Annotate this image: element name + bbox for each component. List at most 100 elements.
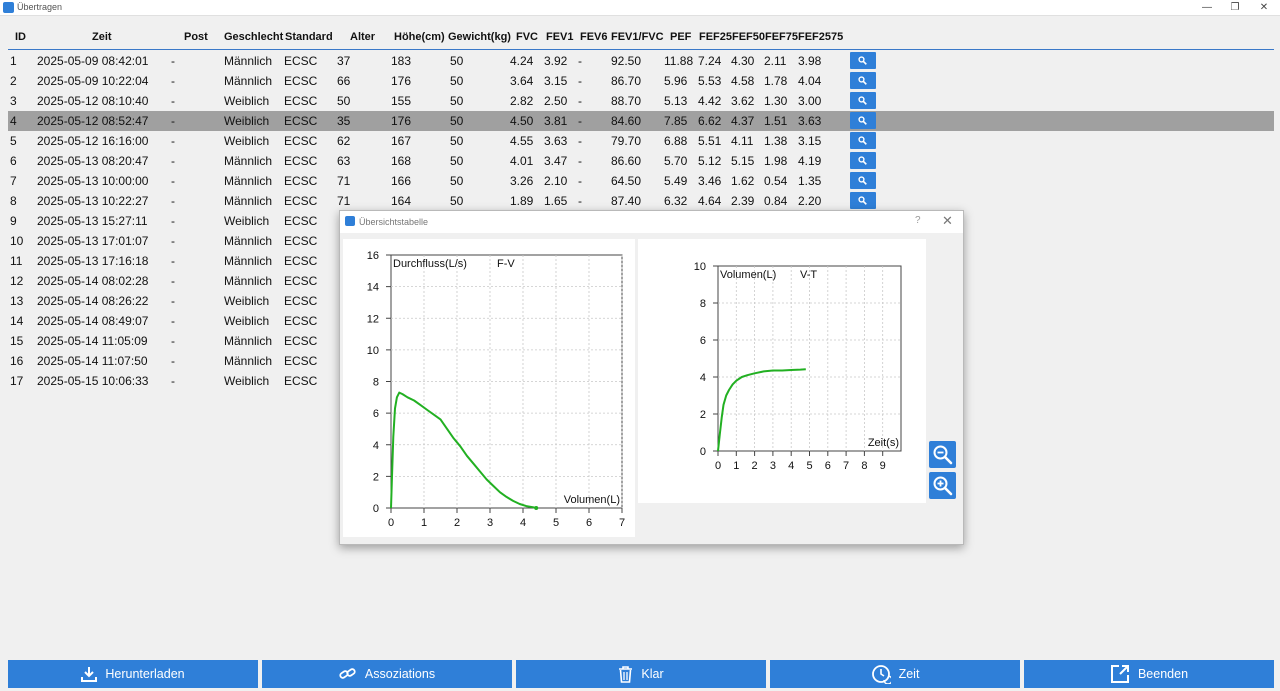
column-header[interactable]: FEF50 [732,31,765,43]
clear-button[interactable]: Klar [516,660,766,688]
table-cell: 62 [337,134,351,148]
table-cell: 3.64 [510,74,534,88]
table-cell: 7 [10,174,17,188]
table-row[interactable]: 5 2025-05-12 16:16:00 - Weiblich ECSC 62 167 50… [8,131,1274,151]
close-window-button[interactable]: ✕ [1250,0,1278,16]
table-cell: Weiblich [224,114,270,128]
exit-icon [1110,665,1129,683]
column-header[interactable]: FVC [516,31,538,43]
dialog-close-button[interactable]: ✕ [942,213,953,229]
table-cell: 4.55 [510,134,534,148]
table-cell: 3.26 [510,174,534,188]
table-cell: 4.64 [698,194,722,208]
x-tick-label: 7 [843,460,849,472]
table-cell: 11.88 [664,54,694,68]
table-cell: 2025-05-13 17:01:07 [37,234,149,248]
table-cell: ECSC [284,174,318,188]
table-cell: 155 [391,94,412,108]
table-cell: 50 [450,154,464,168]
y-tick-label: 6 [373,408,379,420]
table-header: ID Zeit Post Geschlecht Standard Alter Höhe(cm… [8,26,1274,50]
search-icon [858,76,867,85]
table-cell: 168 [391,154,412,168]
minimize-button[interactable]: — [1193,0,1221,16]
y-tick-label: 4 [700,372,706,384]
view-details-button[interactable] [850,172,876,189]
table-cell: - [578,74,582,88]
table-cell: - [578,194,582,208]
table-cell: 3.63 [798,114,822,128]
table-cell: - [171,274,175,288]
table-cell: 35 [337,114,351,128]
table-cell: 86.60 [611,154,642,168]
view-details-button[interactable] [850,72,876,89]
table-row[interactable]: 4 2025-05-12 08:52:47 - Weiblich ECSC 35 176 50… [8,111,1274,131]
table-cell: Weiblich [224,94,270,108]
x-tick-label: 5 [553,517,559,529]
column-header[interactable]: Höhe(cm) [394,31,445,43]
table-cell: 167 [391,134,412,148]
table-row[interactable]: 6 2025-05-13 08:20:47 - Männlich ECSC 63 168 50… [8,151,1274,171]
table-cell: 1.89 [510,194,534,208]
table-cell: 1.98 [764,154,788,168]
column-header[interactable]: FEV1/FVC [611,31,664,43]
column-header[interactable]: Geschlecht [224,31,283,43]
table-cell: 4.04 [798,74,822,88]
column-header[interactable]: Gewicht(kg) [448,31,511,43]
dialog-app-icon [345,216,355,226]
column-header[interactable]: ID [15,31,26,43]
exit-button[interactable]: Beenden [1024,660,1274,688]
dialog-help-button[interactable]: ? [915,215,921,226]
view-details-button[interactable] [850,132,876,149]
table-cell: - [171,214,175,228]
column-header[interactable]: FEF25 [699,31,732,43]
x-tick-label: 2 [752,460,758,472]
series-end-point [534,506,539,510]
table-cell: Weiblich [224,314,270,328]
column-header[interactable]: FEF2575 [798,31,843,43]
restore-button[interactable]: ❐ [1221,0,1249,16]
column-header[interactable]: FEV6 [580,31,608,43]
view-details-button[interactable] [850,112,876,129]
column-header[interactable]: PEF [670,31,691,43]
table-cell: Männlich [224,254,273,268]
download-button[interactable]: Herunterladen [8,660,258,688]
table-cell: 1.30 [764,94,788,108]
table-cell: 2.82 [510,94,534,108]
table-row[interactable]: 8 2025-05-13 10:22:27 - Männlich ECSC 71 164 50… [8,191,1274,211]
column-header[interactable]: FEF75 [765,31,798,43]
table-row[interactable]: 1 2025-05-09 08:42:01 - Männlich ECSC 37 183 50… [8,51,1274,71]
table-cell: - [578,134,582,148]
view-details-button[interactable] [850,52,876,69]
column-header[interactable]: Post [184,31,208,43]
time-button[interactable]: Zeit [770,660,1020,688]
associations-label: Assoziations [364,667,436,681]
overview-dialog: Übersichtstabelle ? ✕ 0 1 2 3 4 5 6 7 0 2 4 6 8 10 12 1… [339,210,964,545]
table-cell: - [578,94,582,108]
table-row[interactable]: 7 2025-05-13 10:00:00 - Männlich ECSC 71 166 50… [8,171,1274,191]
column-header[interactable]: Alter [350,31,375,43]
zoom-in-icon [933,476,953,496]
table-cell: Männlich [224,174,273,188]
table-row[interactable]: 3 2025-05-12 08:10:40 - Weiblich ECSC 50 155 50… [8,91,1274,111]
zoom-out-button[interactable] [929,441,956,468]
zoom-in-button[interactable] [929,472,956,499]
view-details-button[interactable] [850,192,876,209]
table-cell: 2025-05-13 15:27:11 [37,214,148,228]
column-header[interactable]: FEV1 [546,31,574,43]
table-cell: 2025-05-12 16:16:00 [37,134,149,148]
x-tick-label: 8 [861,460,867,472]
search-icon [858,56,867,65]
table-cell: 50 [450,74,464,88]
table-row[interactable]: 2 2025-05-09 10:22:04 - Männlich ECSC 66 176 50… [8,71,1274,91]
associations-button[interactable]: Assoziations [262,660,512,688]
table-cell: 50 [450,194,464,208]
table-cell: 7.24 [698,54,722,68]
column-header[interactable]: Zeit [92,31,112,43]
view-details-button[interactable] [850,152,876,169]
column-header[interactable]: Standard [285,31,333,43]
view-details-button[interactable] [850,92,876,109]
table-cell: 5.49 [664,174,688,188]
table-cell: 6.32 [664,194,688,208]
table-cell: 5.96 [664,74,688,88]
